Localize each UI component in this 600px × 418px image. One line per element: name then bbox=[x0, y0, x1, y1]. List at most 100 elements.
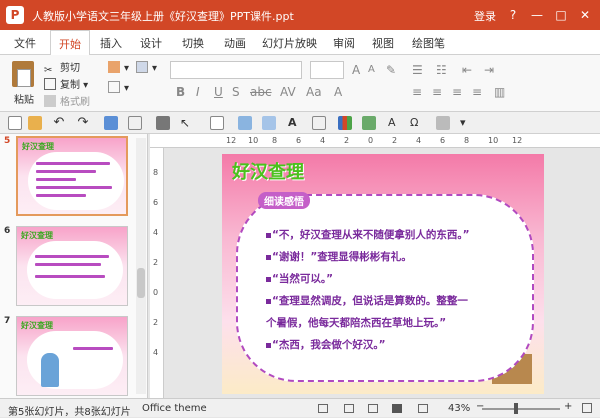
minimize-icon[interactable]: — bbox=[526, 4, 548, 26]
font-color-icon[interactable]: A bbox=[334, 85, 342, 99]
slideshow-icon[interactable] bbox=[392, 404, 402, 413]
redo-icon[interactable]: ↷ bbox=[76, 116, 90, 130]
slide-text-line[interactable]: “杰西，我会做个好汉。” bbox=[272, 337, 386, 352]
strikethrough-icon[interactable]: abc bbox=[250, 85, 272, 99]
camera-icon[interactable] bbox=[262, 116, 276, 130]
decrease-font-icon[interactable]: A bbox=[368, 64, 375, 75]
italic-icon[interactable]: I bbox=[196, 85, 200, 99]
ruler-tick: 8 bbox=[464, 136, 470, 145]
tab-pen[interactable]: 绘图笔 bbox=[412, 35, 445, 51]
table-icon[interactable] bbox=[210, 116, 224, 130]
tab-file[interactable]: 文件 bbox=[14, 35, 36, 51]
copy-button[interactable]: 复制 ▾ bbox=[44, 76, 88, 91]
preview-icon[interactable] bbox=[128, 116, 142, 130]
help-icon[interactable]: ? bbox=[502, 4, 524, 26]
thumb-text-line bbox=[36, 162, 110, 165]
align-center-icon[interactable]: ≡ bbox=[432, 85, 442, 99]
undo-icon[interactable]: ↶ bbox=[52, 116, 66, 130]
thumb-child-figure bbox=[41, 353, 59, 387]
save-icon[interactable] bbox=[104, 116, 118, 130]
zoom-level[interactable]: 43% bbox=[448, 403, 470, 414]
slide-text-line[interactable]: “查理显然调皮，但说话是算数的。整整一 bbox=[272, 293, 468, 308]
smartart-icon[interactable] bbox=[362, 116, 376, 130]
select-pointer-icon[interactable]: ↖ bbox=[180, 116, 194, 130]
print-icon[interactable] bbox=[156, 116, 170, 130]
increase-font-icon[interactable]: A bbox=[352, 63, 360, 77]
font-size-select[interactable] bbox=[310, 61, 344, 79]
new-file-icon[interactable] bbox=[8, 116, 22, 130]
tab-slideshow[interactable]: 幻灯片放映 bbox=[262, 35, 317, 51]
bullet-icon bbox=[266, 233, 271, 238]
increase-indent-icon[interactable]: ⇥ bbox=[484, 63, 494, 77]
thumbnail-scrollbar[interactable] bbox=[136, 138, 146, 394]
bold-icon[interactable]: B bbox=[176, 85, 185, 99]
zoom-slider[interactable] bbox=[482, 408, 560, 410]
thumb-title: 好汉查理 bbox=[21, 321, 53, 330]
fit-slide-icon[interactable] bbox=[582, 403, 592, 413]
bullets-icon[interactable]: ☰ bbox=[412, 63, 423, 77]
tab-view[interactable]: 视图 bbox=[372, 35, 394, 51]
tab-insert[interactable]: 插入 bbox=[100, 35, 122, 51]
paste-button[interactable]: 粘贴 bbox=[14, 91, 34, 106]
zoom-in-icon[interactable]: + bbox=[564, 401, 572, 412]
justify-icon[interactable]: ≡ bbox=[472, 85, 482, 99]
format-painter-button[interactable]: 格式刷 bbox=[44, 93, 90, 108]
symbol-icon[interactable]: Ω bbox=[410, 116, 424, 130]
text-cloud-frame bbox=[236, 194, 534, 382]
login-link[interactable]: 登录 bbox=[474, 8, 496, 24]
slide-title[interactable]: 好汉查理 bbox=[232, 158, 304, 184]
new-slide-button[interactable]: ▾ bbox=[108, 61, 129, 74]
numbering-icon[interactable]: ☷ bbox=[436, 63, 447, 77]
thumb-cloud bbox=[27, 241, 123, 299]
scrollbar-thumb[interactable] bbox=[137, 268, 145, 298]
layout-button[interactable]: ▾ bbox=[136, 61, 157, 74]
normal-view-icon[interactable] bbox=[318, 404, 328, 413]
open-folder-icon[interactable] bbox=[28, 116, 42, 130]
font-name-select[interactable] bbox=[170, 61, 302, 79]
slide-count: 第5张幻灯片，共8张幻灯片 bbox=[8, 407, 131, 418]
slide-text-line[interactable]: “当然可以。” bbox=[272, 271, 333, 286]
align-right-icon[interactable]: ≡ bbox=[452, 85, 462, 99]
zoom-slider-knob[interactable] bbox=[514, 403, 518, 414]
vertical-ruler: 8 6 4 2 0 2 4 bbox=[150, 148, 164, 398]
link-icon[interactable] bbox=[436, 116, 450, 130]
cut-button[interactable]: ✂ 剪切 bbox=[44, 59, 80, 77]
align-left-icon[interactable]: ≡ bbox=[412, 85, 422, 99]
clear-format-icon[interactable]: ✎ bbox=[386, 63, 396, 77]
chart-icon[interactable] bbox=[338, 116, 352, 130]
tab-home[interactable]: 开始 bbox=[50, 30, 90, 56]
reading-view-icon[interactable] bbox=[368, 404, 378, 413]
slide-text-line[interactable]: “谢谢！”查理显得彬彬有礼。 bbox=[272, 249, 412, 264]
tab-design[interactable]: 设计 bbox=[140, 35, 162, 51]
slide-thumbnail-5[interactable]: 好汉查理 bbox=[16, 136, 128, 216]
slide-subtitle[interactable]: 细读感悟 bbox=[258, 192, 310, 209]
tab-animations[interactable]: 动画 bbox=[224, 35, 246, 51]
shadow-icon[interactable]: S bbox=[232, 85, 240, 99]
underline-icon[interactable]: U bbox=[214, 85, 223, 99]
close-icon[interactable]: ✕ bbox=[574, 4, 596, 26]
image-icon[interactable] bbox=[238, 116, 252, 130]
more-icon[interactable]: ▾ bbox=[460, 116, 474, 130]
fit-icon[interactable] bbox=[418, 404, 428, 413]
zoom-out-icon[interactable]: − bbox=[476, 401, 484, 412]
char-spacing-icon[interactable]: AV bbox=[280, 85, 296, 99]
section-button[interactable]: ▾ bbox=[108, 81, 129, 94]
slide-thumbnail-7[interactable]: 好汉查理 bbox=[16, 316, 128, 396]
slide-text-line[interactable]: 个暑假，他每天都陪杰西在草地上玩。” bbox=[266, 315, 446, 330]
textbox-icon[interactable]: A bbox=[288, 116, 302, 130]
text-format-icon[interactable]: A bbox=[388, 116, 402, 130]
clipboard-icon[interactable] bbox=[12, 61, 34, 87]
maximize-icon[interactable]: □ bbox=[550, 4, 572, 26]
slide-text-line[interactable]: “不，好汉查理从来不随便拿别人的东西。” bbox=[272, 227, 470, 242]
ruler-tick: 2 bbox=[344, 136, 350, 145]
thumb-number-7: 7 bbox=[4, 316, 11, 326]
decrease-indent-icon[interactable]: ⇤ bbox=[462, 63, 472, 77]
current-slide[interactable]: 好汉查理 细读感悟 “不，好汉查理从来不随便拿别人的东西。” “谢谢！”查理显得… bbox=[222, 154, 544, 394]
shape-icon[interactable] bbox=[312, 116, 326, 130]
tab-review[interactable]: 审阅 bbox=[333, 35, 355, 51]
slide-sorter-icon[interactable] bbox=[344, 404, 354, 413]
slide-thumbnail-6[interactable]: 好汉查理 bbox=[16, 226, 128, 306]
tab-transitions[interactable]: 切换 bbox=[182, 35, 204, 51]
change-case-icon[interactable]: Aa bbox=[306, 85, 322, 99]
columns-icon[interactable]: ▥ bbox=[494, 85, 505, 99]
